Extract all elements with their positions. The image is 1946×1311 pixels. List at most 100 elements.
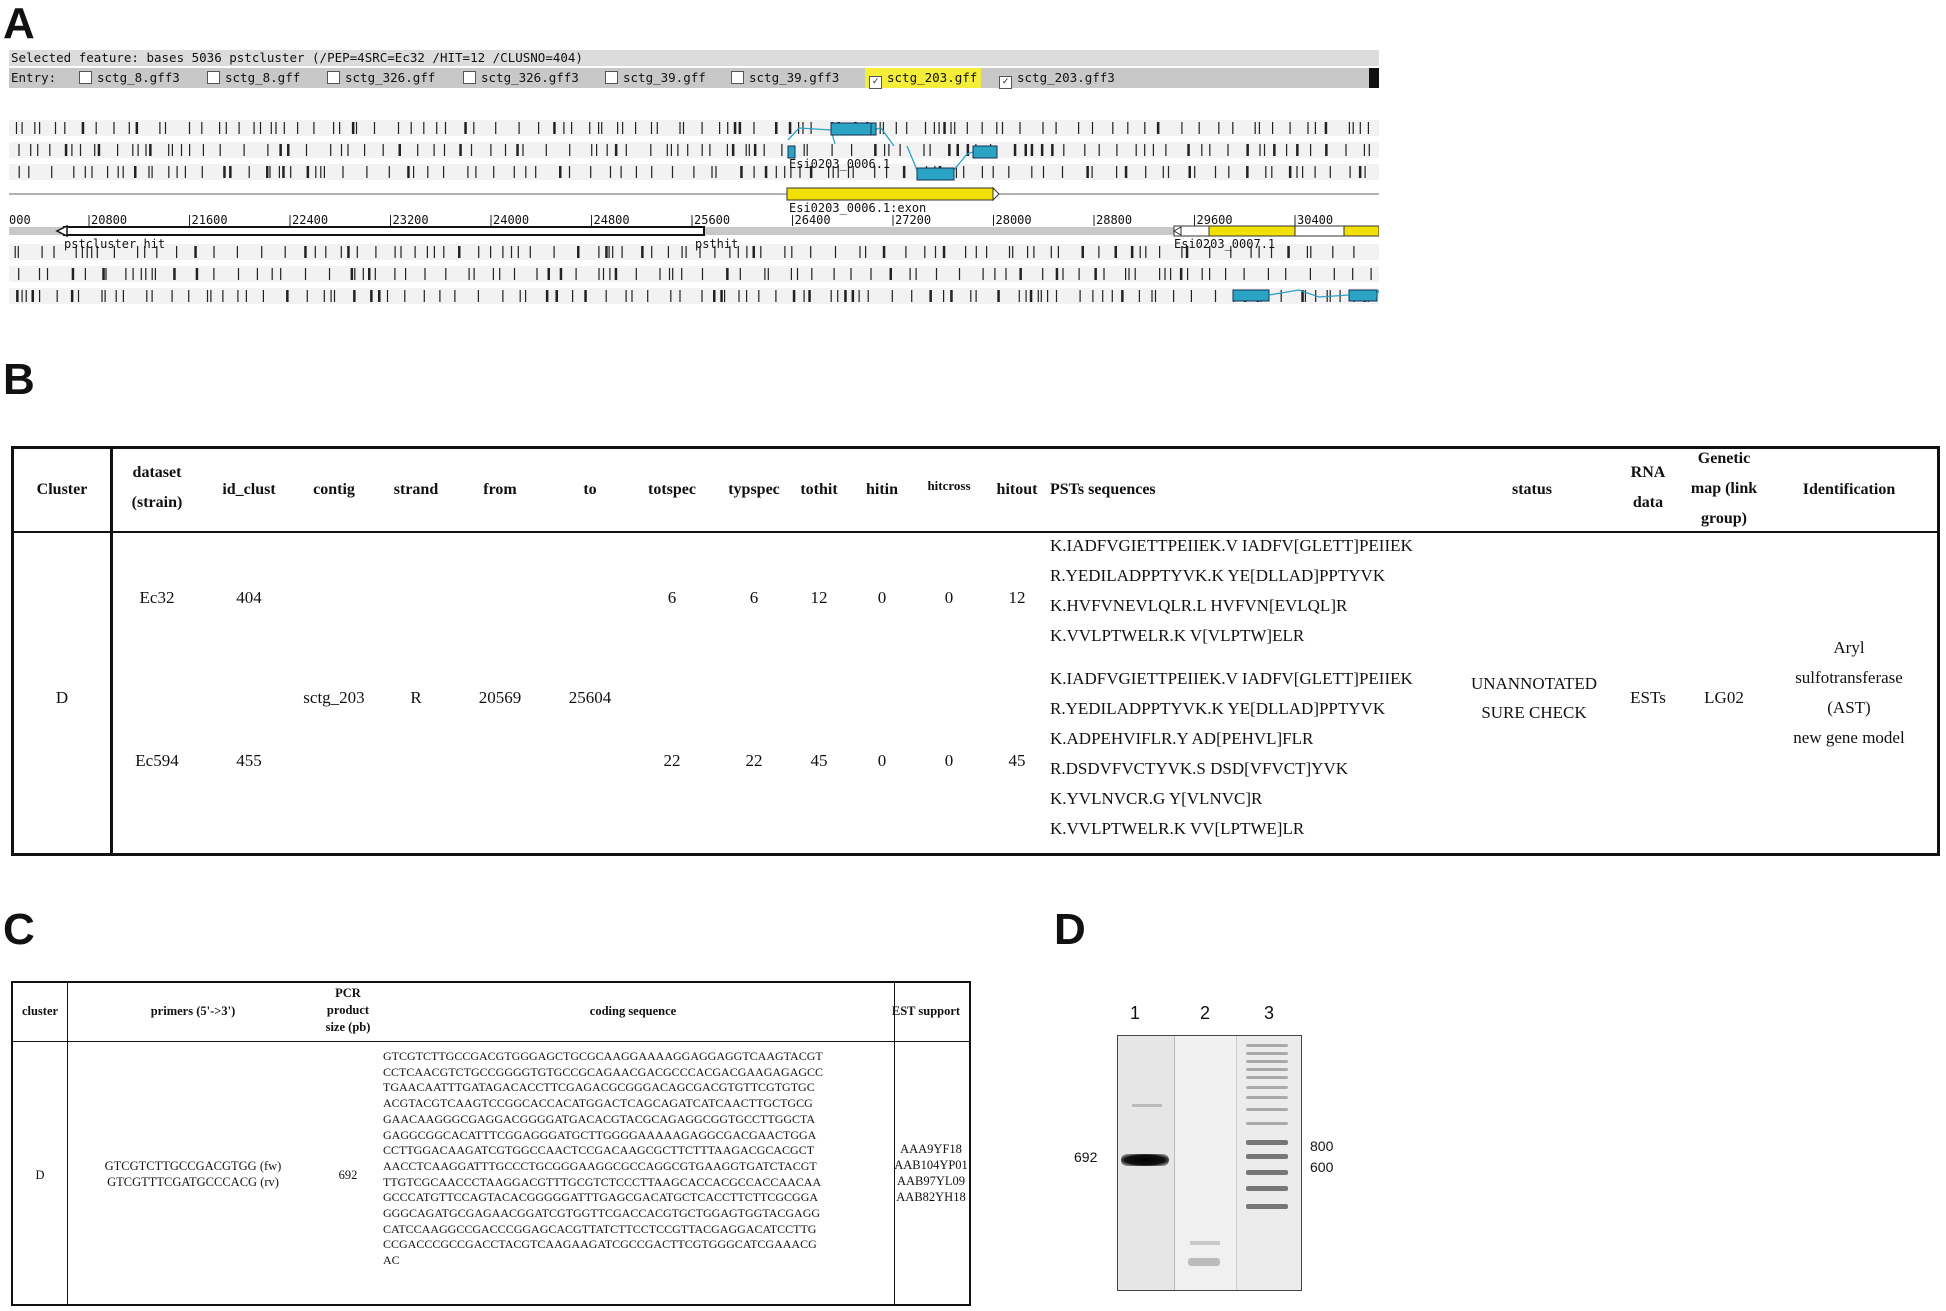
stop-codon-mark (739, 268, 741, 280)
stop-codon-mark (510, 246, 513, 258)
stop-codon-mark (740, 166, 743, 178)
stop-codon-mark (21, 290, 23, 302)
entry-checkbox[interactable] (327, 71, 340, 84)
stop-codon-mark (1286, 144, 1288, 156)
stop-codon-mark (374, 268, 376, 280)
stop-codon-mark (323, 290, 325, 302)
exon-block[interactable] (870, 122, 877, 136)
panel-label-c: C (3, 905, 35, 954)
stop-codon-mark (606, 144, 608, 156)
stop-codon-mark (201, 166, 203, 178)
header-rna-data: data (1632, 494, 1664, 511)
entry-item-label: sctg_203.gff (887, 70, 978, 85)
stop-codon-mark (752, 246, 755, 258)
exon-block-yellow[interactable] (1208, 225, 1296, 237)
exon-block[interactable] (830, 122, 872, 136)
entry-item[interactable]: ✓ sctg_203.gff3 (999, 68, 1115, 89)
ladder-band (1246, 1140, 1288, 1145)
stop-codon-mark (641, 246, 644, 258)
ladder-band (1246, 1096, 1288, 1099)
stop-codon-mark (577, 246, 580, 258)
exon-block-yellow[interactable] (1343, 225, 1379, 237)
stop-codon-mark (499, 268, 501, 280)
stop-codon-mark (171, 144, 173, 156)
exon-feature[interactable] (786, 187, 994, 201)
stop-codon-mark (677, 144, 679, 156)
stop-codon-mark (667, 246, 669, 258)
pst-sequence: R.YEDILADPPTYVK.K YE[DLLAD]PPTYVK (1050, 699, 1386, 718)
stop-codon-mark (525, 290, 527, 302)
cell-tothit: 45 (810, 751, 828, 770)
header-contig: contig (313, 481, 355, 498)
entry-checkbox[interactable] (605, 71, 618, 84)
stop-codon-mark (79, 144, 82, 156)
stop-codon-mark (266, 166, 269, 178)
stop-codon-mark (168, 144, 170, 156)
stop-codon-mark (975, 246, 977, 258)
stop-codon-mark (1353, 246, 1355, 258)
stop-codon-mark (398, 144, 401, 156)
stop-codon-mark (490, 246, 492, 258)
stop-codon-mark (516, 144, 519, 156)
pstcluster-hit-feature[interactable] (63, 226, 705, 236)
stop-codon-mark (753, 122, 755, 134)
stop-codon-mark (905, 246, 907, 258)
stop-codon-mark (71, 268, 75, 280)
gel-image (1117, 1035, 1302, 1291)
stop-codon-mark (1329, 166, 1331, 178)
entry-checkbox[interactable] (207, 71, 220, 84)
exon-block[interactable] (916, 167, 955, 181)
header-cluster: cluster (21, 1004, 59, 1018)
entry-item-label: sctg_326.gff3 (481, 70, 579, 85)
entry-checkbox[interactable] (731, 71, 744, 84)
stop-codon-mark (21, 122, 23, 134)
sequence-line: AC (383, 1253, 400, 1268)
entry-item-selected[interactable]: ✓ sctg_203.gff (865, 68, 982, 89)
entry-checkbox[interactable] (79, 71, 92, 84)
stop-codon-mark (475, 166, 477, 178)
scroll-thumb[interactable] (1369, 68, 1379, 88)
exon-block[interactable] (1232, 289, 1270, 302)
lane-number: 2 (1200, 1003, 1211, 1023)
stop-codon-mark (1042, 122, 1044, 134)
stop-codon-mark (439, 290, 441, 302)
stop-codon-mark (105, 268, 107, 280)
entry-item[interactable]: sctg_8.gff (207, 68, 300, 88)
entry-item[interactable]: sctg_39.gff (605, 68, 706, 88)
stop-codon-mark (915, 268, 917, 280)
sequence-line: GGGCAGATGCGAGAACGGATCGTGGTTCGACCACGTGCTG… (383, 1206, 821, 1221)
header-genetic-map-2: map (link (1690, 480, 1758, 497)
stop-codon-mark (117, 166, 119, 178)
stop-codon-mark (612, 246, 614, 258)
stop-codon-mark (1359, 122, 1361, 134)
stop-codon-mark (1134, 268, 1136, 280)
stop-codon-mark (810, 122, 812, 134)
stop-codon-mark (28, 166, 30, 178)
stop-codon-mark (966, 122, 968, 134)
exon-block[interactable] (1348, 289, 1378, 302)
entry-checkbox[interactable] (463, 71, 476, 84)
stop-codon-mark (1029, 290, 1033, 302)
ruler-tick-label: 30400 (1297, 213, 1333, 227)
panel-label-a: A (3, 0, 35, 48)
stop-codon-mark (671, 166, 674, 178)
stop-codon-mark (513, 268, 516, 280)
stop-codon-mark (1055, 122, 1057, 134)
entry-item[interactable]: sctg_39.gff3 (731, 68, 839, 88)
stop-codon-mark (1042, 166, 1045, 178)
entry-item[interactable]: sctg_8.gff3 (79, 68, 180, 88)
stop-codon-mark (400, 246, 402, 258)
cell-status-2: SURE CHECK (1481, 703, 1587, 722)
stop-codon-mark (64, 144, 68, 156)
ladder-band (1246, 1086, 1288, 1089)
stop-codon-mark (1094, 268, 1097, 280)
stop-codon-mark (1227, 144, 1229, 156)
stop-codon-mark (201, 122, 203, 134)
exon-block[interactable] (972, 145, 998, 159)
ladder-band (1246, 1052, 1288, 1055)
entry-item[interactable]: sctg_326.gff3 (463, 68, 579, 88)
stop-codon-mark (605, 290, 607, 302)
stop-codon-mark (713, 290, 716, 302)
sequence-line: GAACAAGGGCGAGGACGGGGATGACACGTACGCAGAGGCG… (383, 1111, 816, 1126)
entry-item[interactable]: sctg_326.gff (327, 68, 435, 88)
